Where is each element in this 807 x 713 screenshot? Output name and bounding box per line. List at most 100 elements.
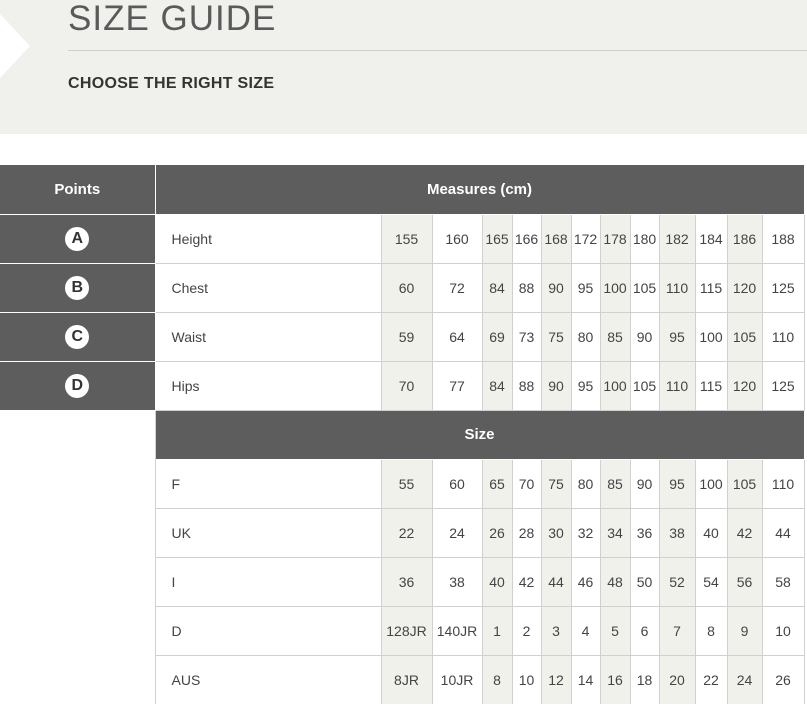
table-cell: 120: [727, 263, 763, 313]
table-cell: 55: [381, 459, 433, 509]
table-cell: 24: [727, 655, 763, 704]
table-cell: 9: [727, 606, 763, 656]
point-marker: C: [65, 324, 90, 349]
table-cell: 60: [432, 459, 483, 509]
table-cell: 42: [512, 557, 542, 607]
table-cell: 44: [541, 557, 572, 607]
table-cell: 115: [695, 263, 728, 313]
table-cell: 105: [630, 263, 660, 313]
table-cell: 110: [762, 312, 805, 362]
table-cell: 110: [659, 263, 696, 313]
size-header-row: Size: [0, 410, 805, 704]
table-cell: 18: [630, 655, 660, 704]
measure-row: B Chest 60 72 84 88 90 95 100 105 110 115 120 125: [0, 263, 805, 313]
table-cell: 95: [659, 459, 696, 509]
size-label: UK: [155, 508, 382, 558]
table-cell: 69: [482, 312, 513, 362]
table-cell: 85: [600, 312, 631, 362]
table-cell: 186: [727, 214, 763, 264]
table-cell: 100: [600, 263, 631, 313]
header-banner: SIZE GUIDE CHOOSE THE RIGHT SIZE: [0, 0, 807, 134]
measure-label: Waist: [155, 312, 382, 362]
size-label: I: [155, 557, 382, 607]
measures-header: Measures (cm): [155, 165, 805, 215]
table-cell: 84: [482, 361, 513, 411]
table-cell: 80: [571, 312, 601, 362]
table-cell: 70: [512, 459, 542, 509]
table-cell: 182: [659, 214, 696, 264]
table-cell: 178: [600, 214, 631, 264]
point-marker: A: [65, 226, 90, 251]
table-cell: 105: [727, 459, 763, 509]
table-cell: 28: [512, 508, 542, 558]
table-cell: 16: [600, 655, 631, 704]
table-cell: 95: [571, 263, 601, 313]
table-cell: 115: [695, 361, 728, 411]
table-cell: 88: [512, 361, 542, 411]
points-empty-cell: [0, 410, 156, 704]
table-cell: 90: [630, 459, 660, 509]
table-cell: 110: [762, 459, 805, 509]
table-cell: 72: [432, 263, 483, 313]
point-marker: B: [65, 275, 90, 300]
table-cell: 52: [659, 557, 696, 607]
table-cell: 172: [571, 214, 601, 264]
page-subtitle: CHOOSE THE RIGHT SIZE: [68, 75, 275, 92]
table-cell: 95: [571, 361, 601, 411]
table-cell: 34: [600, 508, 631, 558]
table-cell: 110: [659, 361, 696, 411]
table-cell: 10: [762, 606, 805, 656]
table-cell: 14: [571, 655, 601, 704]
table-cell: 2: [512, 606, 542, 656]
table-cell: 58: [762, 557, 805, 607]
measure-row: D Hips 70 77 84 88 90 95 100 105 110 115 120 125: [0, 361, 805, 411]
table-cell: 40: [482, 557, 513, 607]
table-cell: 1: [482, 606, 513, 656]
table-cell: 75: [541, 459, 572, 509]
table-cell: 95: [659, 312, 696, 362]
title-divider: [68, 50, 807, 51]
table-cell: 20: [659, 655, 696, 704]
table-cell: 64: [432, 312, 483, 362]
table-cell: 40: [695, 508, 728, 558]
table-cell: 38: [432, 557, 483, 607]
table-cell: 180: [630, 214, 660, 264]
table-cell: 8JR: [381, 655, 433, 704]
table-cell: 88: [512, 263, 542, 313]
measure-label: Height: [155, 214, 382, 264]
table-cell: 42: [727, 508, 763, 558]
table-cell: 77: [432, 361, 483, 411]
table-cell: 10JR: [432, 655, 483, 704]
table-cell: 6: [630, 606, 660, 656]
table-cell: 188: [762, 214, 805, 264]
table-cell: 3: [541, 606, 572, 656]
table-cell: 100: [695, 459, 728, 509]
table-cell: 48: [600, 557, 631, 607]
table-cell: 120: [727, 361, 763, 411]
page-title: SIZE GUIDE: [68, 0, 277, 38]
table-cell: 90: [630, 312, 660, 362]
table-cell: 36: [630, 508, 660, 558]
point-cell: C: [0, 312, 156, 362]
point-cell: D: [0, 361, 156, 411]
table-cell: 22: [381, 508, 433, 558]
table-cell: 165: [482, 214, 513, 264]
table-cell: 90: [541, 361, 572, 411]
table-cell: 7: [659, 606, 696, 656]
table-cell: 59: [381, 312, 433, 362]
table-cell: 73: [512, 312, 542, 362]
table-cell: 105: [630, 361, 660, 411]
table-cell: 10: [512, 655, 542, 704]
size-label: F: [155, 459, 382, 509]
table-cell: 36: [381, 557, 433, 607]
table-cell: 125: [762, 263, 805, 313]
table-cell: 100: [695, 312, 728, 362]
points-header: Points: [0, 165, 156, 215]
measure-row: C Waist 59 64 69 73 75 80 85 90 95 100 105 110: [0, 312, 805, 362]
point-cell: B: [0, 263, 156, 313]
table-cell: 105: [727, 312, 763, 362]
table-cell: 125: [762, 361, 805, 411]
table-cell: 128JR: [381, 606, 433, 656]
table-cell: 30: [541, 508, 572, 558]
table-cell: 85: [600, 459, 631, 509]
